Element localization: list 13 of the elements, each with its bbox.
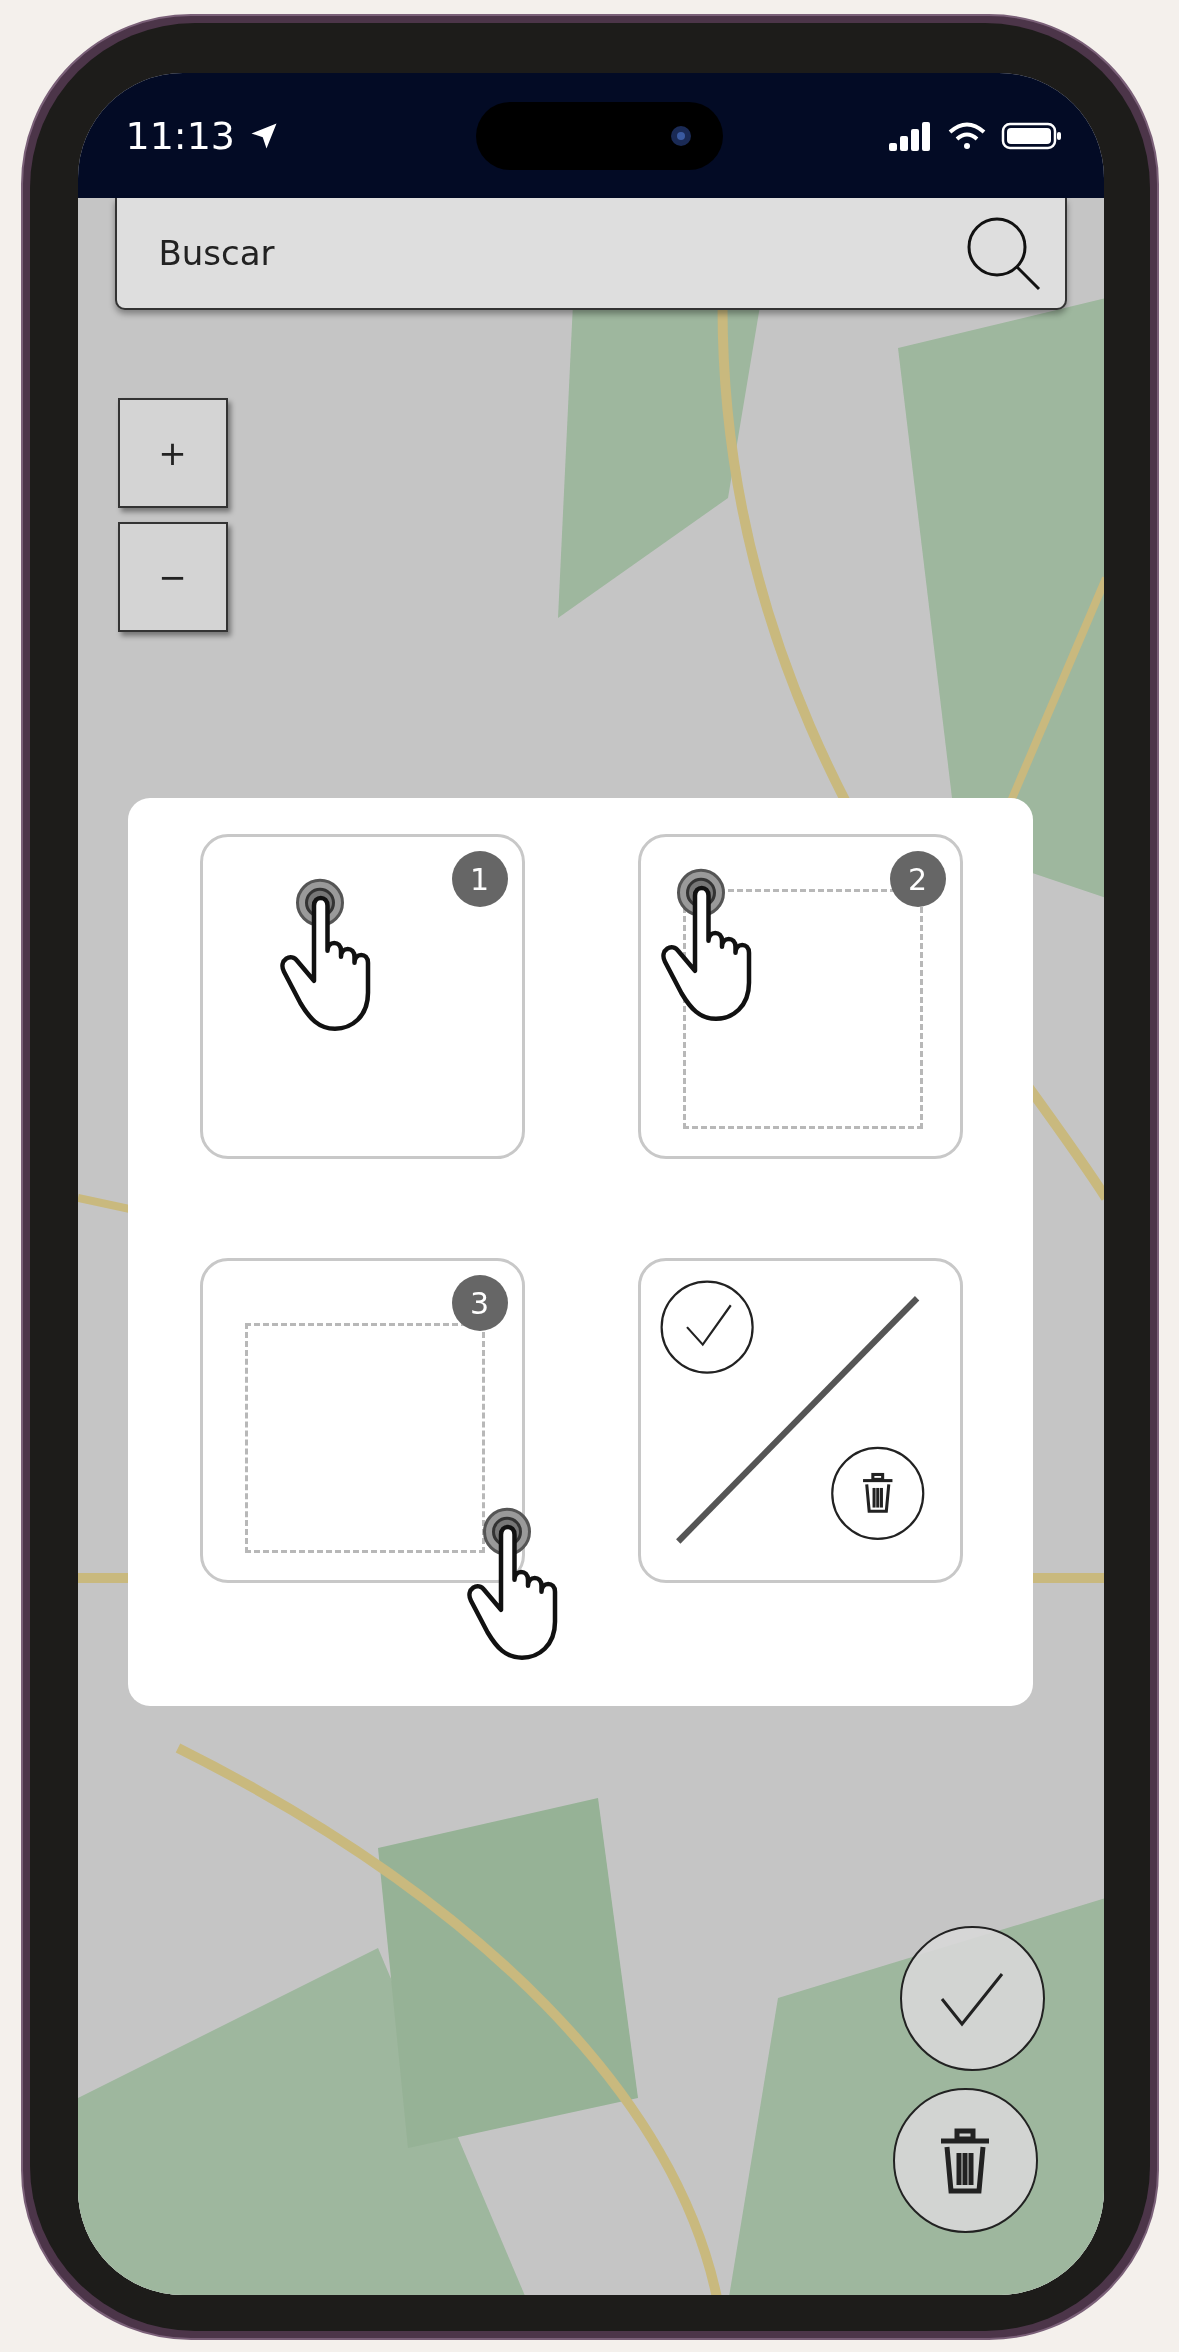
- search-field[interactable]: Buscar: [114, 198, 1067, 310]
- camera-lens-icon: [668, 123, 693, 148]
- wifi-icon: [947, 120, 988, 151]
- battery-icon: [1001, 120, 1064, 151]
- step-number-badge: 1: [451, 851, 508, 907]
- tap-hand-icon: [277, 877, 371, 1032]
- step-number-badge: 3: [451, 1275, 508, 1331]
- tap-hand-icon: [658, 867, 752, 1022]
- search-input[interactable]: Buscar: [156, 232, 963, 274]
- status-time: 11:13: [125, 113, 235, 158]
- zoom-in-button[interactable]: +: [117, 398, 228, 508]
- zoom-out-button[interactable]: −: [117, 522, 228, 632]
- step-number-badge: 2: [889, 851, 946, 907]
